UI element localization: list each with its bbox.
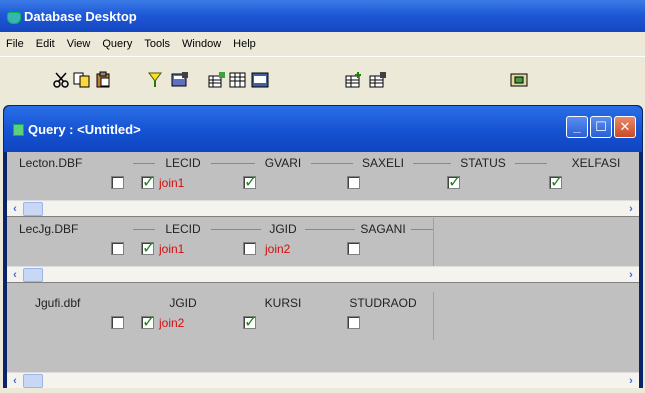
field-name: STUDRAOD bbox=[349, 296, 417, 310]
menu-edit[interactable]: Edit bbox=[36, 38, 55, 50]
menu-view[interactable]: View bbox=[67, 38, 91, 50]
scroll-thumb[interactable] bbox=[23, 268, 43, 282]
field-name: LECID bbox=[165, 222, 201, 236]
menubar: File Edit View Query Tools Window Help bbox=[0, 32, 645, 56]
scroll-thumb[interactable] bbox=[23, 202, 43, 216]
sql-icon[interactable] bbox=[250, 71, 270, 89]
minimize-button[interactable]: _ bbox=[566, 116, 588, 138]
field-checkbox[interactable] bbox=[447, 172, 461, 192]
field-cell: XELFASI bbox=[533, 152, 639, 200]
answer-table-icon[interactable] bbox=[509, 71, 529, 89]
table-name: LecJg.DBF bbox=[19, 222, 79, 236]
database-desktop-icon bbox=[6, 9, 21, 24]
join-label[interactable]: join1 bbox=[159, 176, 184, 190]
run-query-icon[interactable] bbox=[145, 71, 165, 89]
field-cell: LECID join1 bbox=[133, 218, 233, 266]
field-cell: SAXELI bbox=[333, 152, 433, 200]
field-checkbox[interactable] bbox=[141, 172, 155, 192]
scroll-left-icon[interactable]: ‹ bbox=[8, 202, 22, 216]
query-icon bbox=[12, 123, 24, 136]
query-properties-icon[interactable] bbox=[170, 71, 190, 89]
empty-table-area bbox=[433, 292, 639, 340]
table-name-cell: LecJg.DBF bbox=[7, 218, 133, 266]
field-checkbox[interactable] bbox=[243, 242, 256, 255]
select-all-checkbox[interactable] bbox=[111, 316, 124, 329]
menu-file[interactable]: File bbox=[6, 38, 24, 50]
field-checkbox[interactable] bbox=[347, 176, 360, 189]
horizontal-scrollbar[interactable]: ‹ › bbox=[7, 372, 639, 388]
table-name: Jgufi.dbf bbox=[35, 296, 81, 310]
app-title: Database Desktop bbox=[24, 8, 137, 24]
join-label[interactable]: join2 bbox=[159, 316, 184, 330]
menu-query[interactable]: Query bbox=[102, 38, 132, 50]
menu-tools[interactable]: Tools bbox=[144, 38, 170, 50]
scroll-right-icon[interactable]: › bbox=[624, 202, 638, 216]
field-cell: STATUS bbox=[433, 152, 533, 200]
field-name: STATUS bbox=[460, 156, 506, 170]
field-name: SAXELI bbox=[361, 156, 405, 170]
table-name-cell: Jgufi.dbf bbox=[7, 292, 133, 340]
close-icon: ✕ bbox=[619, 119, 631, 134]
cut-icon[interactable] bbox=[52, 71, 72, 89]
field-name: JGID bbox=[169, 296, 197, 310]
field-name: XELFASI bbox=[571, 156, 621, 170]
field-checkbox[interactable] bbox=[141, 312, 155, 332]
select-all-checkbox[interactable] bbox=[111, 242, 124, 255]
query-body: Lecton.DBF LECID join1 GVARI SAXELI bbox=[7, 152, 639, 388]
field-name: GVARI bbox=[264, 156, 302, 170]
field-checkbox[interactable] bbox=[141, 238, 155, 258]
close-button[interactable]: ✕ bbox=[614, 116, 636, 138]
query-title: Query : <Untitled> bbox=[28, 121, 141, 137]
query-window: Query : <Untitled> _ ☐ ✕ Lecton.DBF LECI… bbox=[3, 105, 643, 388]
table-structure-icon[interactable] bbox=[228, 71, 248, 89]
join-label[interactable]: join2 bbox=[265, 242, 290, 256]
table-name-cell: Lecton.DBF bbox=[7, 152, 133, 200]
field-name: LECID bbox=[165, 156, 201, 170]
field-cell: GVARI bbox=[233, 152, 333, 200]
join-label[interactable]: join1 bbox=[159, 242, 184, 256]
paste-icon[interactable] bbox=[94, 71, 114, 89]
menu-help[interactable]: Help bbox=[233, 38, 256, 50]
field-checkbox[interactable] bbox=[347, 316, 360, 329]
remove-table-icon[interactable] bbox=[368, 71, 388, 89]
field-cell: STUDRAOD bbox=[333, 292, 433, 340]
horizontal-scrollbar[interactable]: ‹ › bbox=[7, 266, 639, 282]
scroll-right-icon[interactable]: › bbox=[624, 374, 638, 388]
horizontal-scrollbar[interactable]: ‹ › bbox=[7, 200, 639, 216]
scroll-left-icon[interactable]: ‹ bbox=[8, 374, 22, 388]
query-table-jgufi: Jgufi.dbf JGID join2 KURSI STUDRAOD ‹ › bbox=[7, 292, 639, 388]
field-view-icon[interactable] bbox=[207, 71, 227, 89]
field-name: SAGANI bbox=[360, 222, 406, 236]
field-cell: LECID join1 bbox=[133, 152, 233, 200]
field-checkbox[interactable] bbox=[243, 172, 257, 192]
app-titlebar: Database Desktop bbox=[0, 0, 645, 32]
minimize-icon: _ bbox=[573, 119, 581, 134]
field-name: KURSI bbox=[264, 296, 302, 310]
field-name: JGID bbox=[269, 222, 297, 236]
copy-icon[interactable] bbox=[72, 71, 92, 89]
field-checkbox[interactable] bbox=[347, 242, 360, 255]
field-cell: SAGANI bbox=[333, 218, 433, 266]
field-checkbox[interactable] bbox=[549, 172, 563, 192]
field-checkbox[interactable] bbox=[243, 312, 257, 332]
empty-table-area bbox=[433, 218, 639, 266]
query-titlebar: Query : <Untitled> _ ☐ ✕ bbox=[4, 106, 642, 152]
scroll-right-icon[interactable]: › bbox=[624, 268, 638, 282]
menu-window[interactable]: Window bbox=[182, 38, 221, 50]
scroll-left-icon[interactable]: ‹ bbox=[8, 268, 22, 282]
maximize-button[interactable]: ☐ bbox=[590, 116, 612, 138]
query-table-lecton: Lecton.DBF LECID join1 GVARI SAXELI bbox=[7, 152, 639, 216]
table-name: Lecton.DBF bbox=[19, 156, 83, 170]
query-table-lecjg: LecJg.DBF LECID join1 JGID join2 SAGANI bbox=[7, 218, 639, 282]
toolbar bbox=[0, 56, 645, 100]
field-cell: KURSI bbox=[233, 292, 333, 340]
maximize-icon: ☐ bbox=[595, 119, 607, 134]
field-cell: JGID join2 bbox=[133, 292, 233, 340]
scroll-thumb[interactable] bbox=[23, 374, 43, 388]
select-all-checkbox[interactable] bbox=[111, 176, 124, 189]
add-table-icon[interactable] bbox=[344, 71, 364, 89]
field-cell: JGID join2 bbox=[233, 218, 333, 266]
